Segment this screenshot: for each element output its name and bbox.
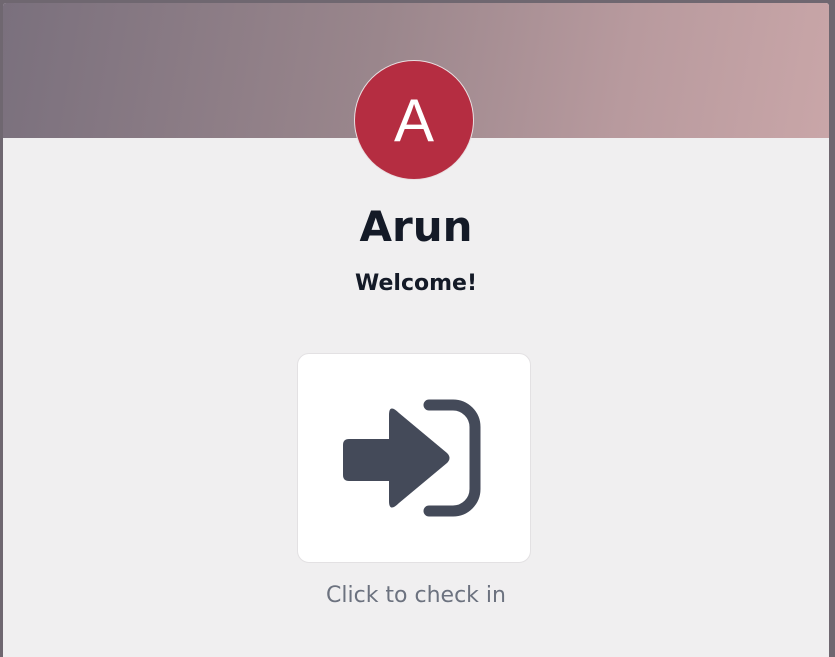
- avatar: A: [355, 61, 473, 179]
- user-name: Arun: [359, 202, 473, 251]
- check-in-button[interactable]: [297, 353, 531, 563]
- check-in-hint: Click to check in: [326, 583, 506, 608]
- kiosk-window: A Arun Welcome! Click to check in: [3, 3, 829, 657]
- checkin-screen: A Arun Welcome! Click to check in: [3, 3, 829, 657]
- welcome-message: Welcome!: [355, 271, 477, 296]
- sign-in-icon: [343, 399, 481, 517]
- avatar-initial: A: [393, 87, 435, 154]
